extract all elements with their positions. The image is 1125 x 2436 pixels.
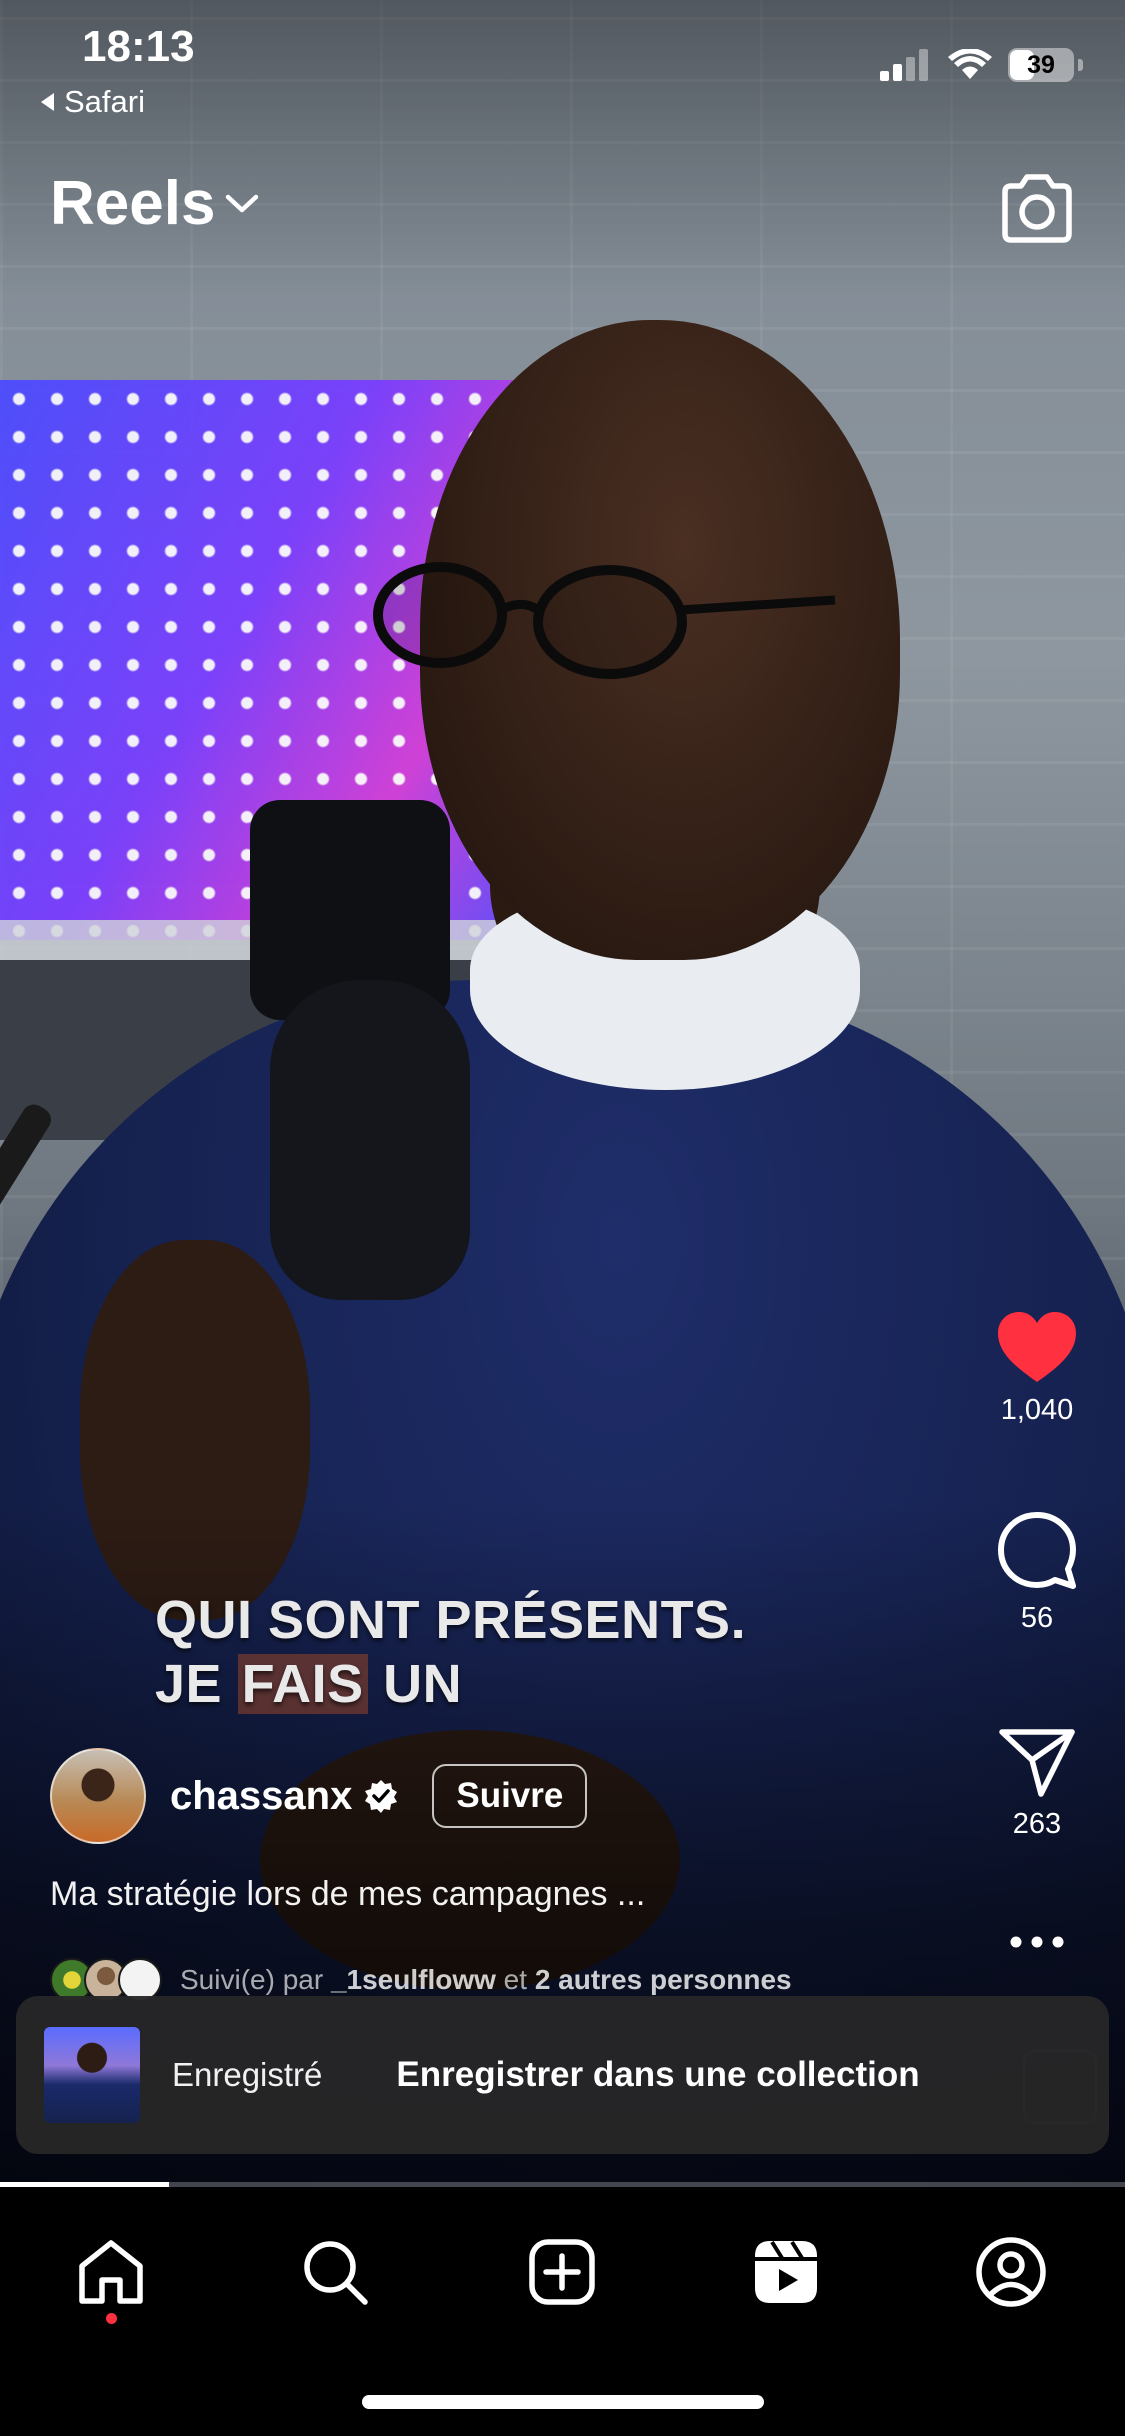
search-icon xyxy=(304,2241,368,2305)
home-indicator xyxy=(362,2395,764,2409)
microphone xyxy=(270,980,470,1300)
home-icon xyxy=(79,2240,143,2304)
saved-reel-thumbnail xyxy=(44,2027,140,2123)
like-action: 1,040 xyxy=(977,1310,1097,1427)
caption-line-2: JE FAIS UN xyxy=(155,1652,746,1716)
comment-count: 56 xyxy=(1020,1602,1054,1634)
followed-user: _1seulfloww xyxy=(330,1964,496,1995)
followed-prefix: Suivi(e) par xyxy=(180,1964,324,1995)
page-title: Reels xyxy=(50,169,216,238)
nav-home[interactable] xyxy=(66,2227,156,2317)
username[interactable]: chassanx xyxy=(170,1774,352,1819)
caption-word: UN xyxy=(367,1654,463,1714)
reels-feed-selector[interactable]: Reels xyxy=(50,168,259,239)
followed-others: 2 autres personnes xyxy=(534,1964,792,1995)
battery-nub xyxy=(1078,59,1083,71)
back-triangle-icon xyxy=(41,93,54,111)
camera-icon[interactable] xyxy=(997,172,1077,244)
post-description[interactable]: Ma stratégie lors de mes campagnes ... xyxy=(50,1875,645,1914)
battery-indicator: 39 xyxy=(1008,48,1074,82)
nav-create[interactable] xyxy=(517,2227,607,2317)
profile-icon xyxy=(976,2237,1046,2307)
notification-dot xyxy=(106,2313,117,2324)
status-time: 18:13 xyxy=(82,22,195,71)
reel-video[interactable] xyxy=(0,0,1125,2190)
glasses xyxy=(373,562,836,679)
back-label: Safari xyxy=(64,84,145,119)
more-horizontal-icon[interactable] xyxy=(1009,1935,1065,1949)
saved-toast: Enregistré Enregistrer dans une collecti… xyxy=(16,1996,1109,2154)
nav-search[interactable] xyxy=(290,2227,380,2317)
status-indicators: 39 xyxy=(880,48,1083,82)
paper-plane-icon[interactable] xyxy=(999,1728,1075,1798)
share-count: 263 xyxy=(1012,1808,1062,1840)
more-options xyxy=(977,1935,1097,1949)
avatar[interactable] xyxy=(50,1748,146,1844)
wifi-icon xyxy=(948,49,992,79)
caption-highlighted-word: FAIS xyxy=(237,1654,368,1714)
caption-word: JE xyxy=(155,1654,238,1714)
battery-level: 39 xyxy=(1027,50,1055,79)
followed-mid: et xyxy=(503,1964,528,1995)
back-to-safari-button[interactable]: Safari xyxy=(38,84,145,120)
saved-status: Enregistré xyxy=(172,2056,323,2093)
nav-profile[interactable] xyxy=(966,2227,1056,2317)
share-action: 263 xyxy=(977,1728,1097,1841)
nav-reels[interactable] xyxy=(741,2227,831,2317)
cellular-signal-icon xyxy=(880,49,928,81)
like-count: 1,040 xyxy=(1000,1394,1074,1426)
create-post-icon xyxy=(529,2239,595,2305)
video-caption: QUI SONT PRÉSENTS. JE FAIS UN xyxy=(155,1588,746,1716)
comment-icon[interactable] xyxy=(996,1510,1078,1592)
chevron-down-icon xyxy=(226,194,259,212)
reels-icon xyxy=(755,2240,817,2303)
author-row: chassanx Suivre xyxy=(50,1748,588,1844)
comment-action: 56 xyxy=(977,1510,1097,1635)
caption-line-1: QUI SONT PRÉSENTS. xyxy=(155,1590,747,1650)
verified-badge-icon xyxy=(365,1780,398,1813)
follow-button[interactable]: Suivre xyxy=(432,1764,588,1828)
save-to-collection-button[interactable]: Enregistrer dans une collection xyxy=(396,2055,919,2095)
heart-icon[interactable] xyxy=(996,1310,1078,1384)
